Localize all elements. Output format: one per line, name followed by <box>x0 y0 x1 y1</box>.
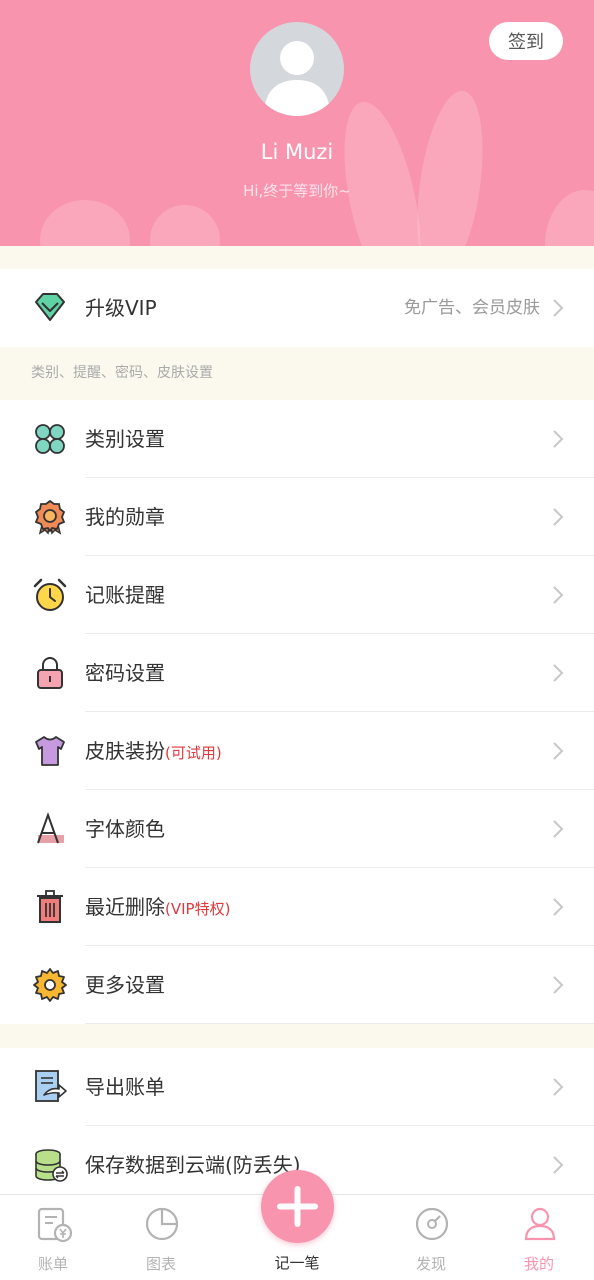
chevron-right-icon <box>553 1078 564 1096</box>
avatar[interactable] <box>250 22 344 116</box>
chevron-right-icon <box>553 742 564 760</box>
database-sync-icon <box>35 1149 68 1182</box>
alarm-clock-icon <box>33 578 67 611</box>
greeting-text: Hi,终于等到你~ <box>243 182 351 200</box>
shirt-icon <box>35 736 65 766</box>
more-settings-row[interactable]: 更多设置 <box>0 946 594 1024</box>
decor-petal <box>150 205 220 246</box>
vip-benefits-text: 免广告、会员皮肤 <box>404 298 540 318</box>
bookkeeping-reminder-row[interactable]: 记账提醒 <box>0 556 594 634</box>
tab-label: 发现 <box>415 1255 446 1273</box>
gear-icon <box>33 968 67 1002</box>
setting-label: 我的勋章 <box>85 505 165 529</box>
clover-icon <box>35 424 65 454</box>
tab-charts[interactable]: 图表 <box>111 1195 211 1280</box>
recently-deleted-row[interactable]: 最近删除(VIP特权) <box>0 868 594 946</box>
chevron-right-icon <box>553 1156 564 1174</box>
vip-privilege-tag: (VIP特权) <box>165 900 231 918</box>
setting-label: 最近删除(VIP特权) <box>85 895 231 919</box>
tab-discover[interactable]: 发现 <box>381 1195 481 1280</box>
bill-icon <box>37 1207 73 1243</box>
skin-theme-row[interactable]: 皮肤装扮(可试用) <box>0 712 594 790</box>
pie-chart-icon <box>145 1207 179 1241</box>
chevron-right-icon <box>553 664 564 682</box>
chevron-right-icon <box>553 508 564 526</box>
username: Li Muzi <box>260 140 334 164</box>
add-record-button[interactable] <box>261 1170 334 1243</box>
plus-icon <box>277 1186 318 1227</box>
profile-header: 签到 Li Muzi Hi,终于等到你~ <box>0 0 594 246</box>
setting-label: 字体颜色 <box>85 817 165 841</box>
export-bill-row[interactable]: 导出账单 <box>0 1048 594 1126</box>
trial-tag: (可试用) <box>165 744 222 762</box>
chevron-right-icon <box>553 976 564 994</box>
password-settings-row[interactable]: 密码设置 <box>0 634 594 712</box>
category-settings-row[interactable]: 类别设置 <box>0 400 594 478</box>
chevron-right-icon <box>553 586 564 604</box>
font-color-row[interactable]: 字体颜色 <box>0 790 594 868</box>
decor-petal <box>407 86 493 246</box>
tab-label: 我的 <box>523 1255 554 1273</box>
upgrade-vip-label: 升级VIP <box>85 296 157 320</box>
setting-label: 记账提醒 <box>85 583 165 607</box>
export-bill-label: 导出账单 <box>85 1075 165 1099</box>
medal-icon <box>34 499 66 535</box>
tab-label: 图表 <box>145 1255 176 1273</box>
chevron-right-icon <box>553 898 564 916</box>
diamond-icon <box>35 293 65 321</box>
setting-label: 皮肤装扮(可试用) <box>85 739 222 763</box>
trash-icon <box>37 890 63 923</box>
upgrade-vip-row[interactable]: 升级VIP 免广告、会员皮肤 <box>0 269 594 347</box>
setting-label: 类别设置 <box>85 427 165 451</box>
section-gap <box>0 1024 594 1048</box>
compass-icon <box>415 1207 449 1241</box>
lock-icon <box>37 657 63 689</box>
section-gap <box>0 246 594 269</box>
default-avatar-icon <box>264 41 330 116</box>
setting-label: 密码设置 <box>85 661 165 685</box>
font-icon <box>37 812 64 844</box>
tab-bills[interactable]: 账单 <box>3 1195 103 1280</box>
person-icon <box>524 1207 556 1241</box>
chevron-right-icon <box>553 430 564 448</box>
checkin-button[interactable]: 签到 <box>489 22 563 60</box>
export-document-icon <box>35 1070 67 1102</box>
setting-label: 更多设置 <box>85 973 165 997</box>
tab-label: 账单 <box>37 1255 68 1273</box>
chevron-right-icon <box>553 299 564 317</box>
chevron-right-icon <box>553 820 564 838</box>
my-medals-row[interactable]: 我的勋章 <box>0 478 594 556</box>
settings-section-hint: 类别、提醒、密码、皮肤设置 <box>0 347 594 400</box>
decor-petal <box>40 200 130 246</box>
add-record-label: 记一笔 <box>274 1254 320 1272</box>
tab-mine[interactable]: 我的 <box>489 1195 589 1280</box>
